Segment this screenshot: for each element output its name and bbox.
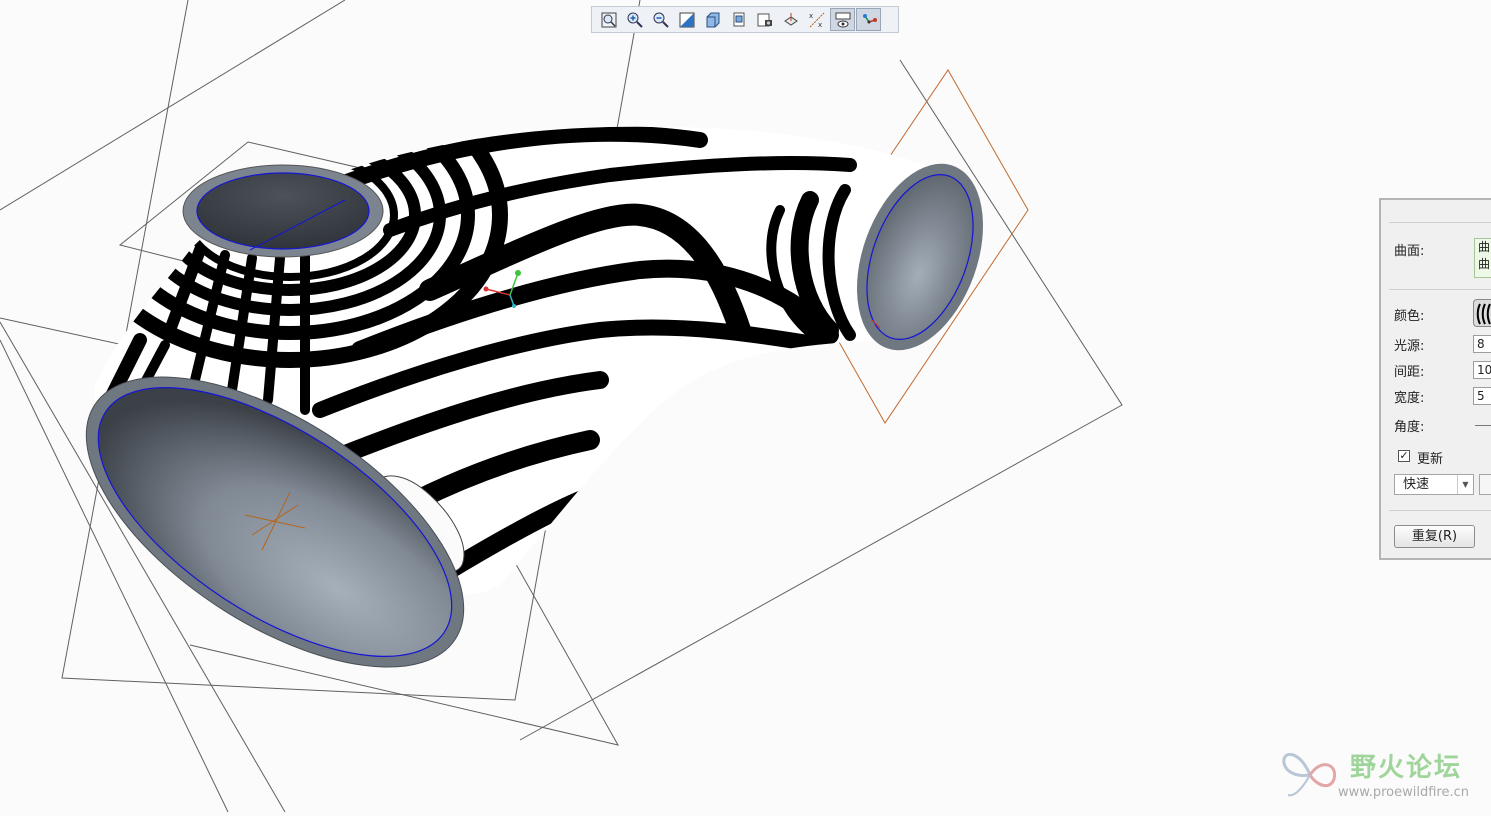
- surface-item: 曲: [1478, 257, 1491, 271]
- display-style-button[interactable]: [700, 8, 725, 31]
- annotation-display-button[interactable]: [830, 8, 855, 31]
- datum-planes-button[interactable]: [778, 8, 803, 31]
- annotation-display-icon: [835, 12, 850, 27]
- watermark-title: 野火论坛: [1350, 753, 1463, 783]
- saved-orientations-button[interactable]: [726, 8, 751, 31]
- surface-label: 曲面:: [1394, 244, 1425, 259]
- quality-select[interactable]: 快速 ▼: [1394, 474, 1474, 495]
- stripe-color-button[interactable]: [1473, 299, 1491, 327]
- zebra-stripes-icon: [1476, 303, 1491, 325]
- angle-slider[interactable]: [1475, 425, 1491, 426]
- repaint-icon: [679, 12, 694, 27]
- datum-axes-button[interactable]: xx: [804, 8, 829, 31]
- shaded-display-icon: [706, 12, 719, 27]
- spin-center-icon: [862, 13, 877, 23]
- update-checkbox[interactable]: ✓: [1398, 450, 1410, 462]
- zebra-analysis-panel: 曲面: 曲 曲 颜色: 光源: 8 间距: 10 宽度: 5 角度: ✓ 更新 …: [1379, 198, 1491, 560]
- spacing-label: 间距:: [1394, 365, 1425, 380]
- panel-divider: [1389, 510, 1491, 511]
- refit-button[interactable]: [596, 8, 621, 31]
- datum-planes-icon: [783, 12, 798, 26]
- top-branch-opening: [182, 164, 384, 258]
- surface-collector[interactable]: 曲 曲: [1474, 238, 1491, 278]
- width-input[interactable]: 5: [1473, 387, 1491, 405]
- svg-text:x: x: [809, 12, 813, 20]
- quality-extra-field[interactable]: [1479, 474, 1491, 495]
- repeat-button[interactable]: 重复(R): [1394, 525, 1475, 548]
- spin-center-button[interactable]: [856, 8, 881, 31]
- svg-text:x: x: [818, 21, 822, 29]
- view-manager-icon: [757, 13, 772, 26]
- graphics-toolbar: xx: [591, 6, 899, 33]
- zoom-out-icon: [653, 12, 669, 28]
- width-label: 宽度:: [1394, 391, 1425, 406]
- surface-item: 曲: [1478, 240, 1491, 254]
- model-scene: [0, 0, 1123, 813]
- update-label: 更新: [1417, 452, 1444, 467]
- watermark: 野火论坛 www.proewildfire.cn: [1280, 745, 1491, 807]
- angle-label: 角度:: [1394, 420, 1425, 435]
- zoom-in-button[interactable]: [622, 8, 647, 31]
- light-input[interactable]: 8: [1473, 335, 1491, 353]
- refit-icon: [601, 12, 616, 27]
- zoom-out-button[interactable]: [648, 8, 673, 31]
- butterfly-logo-icon: [1282, 752, 1337, 797]
- repaint-button[interactable]: [674, 8, 699, 31]
- color-label: 颜色:: [1394, 309, 1425, 324]
- chevron-down-icon: ▼: [1457, 475, 1473, 494]
- panel-divider: [1389, 289, 1491, 290]
- graphics-viewport[interactable]: [0, 0, 1491, 813]
- spacing-input[interactable]: 10: [1473, 361, 1491, 379]
- panel-divider: [1389, 222, 1491, 223]
- saved-orientations-icon: [733, 12, 744, 26]
- light-label: 光源:: [1394, 339, 1425, 354]
- datum-axes-points-icon: xx: [809, 12, 824, 29]
- zoom-in-icon: [627, 12, 643, 28]
- quality-value: 快速: [1403, 477, 1430, 492]
- view-manager-button[interactable]: [752, 8, 777, 31]
- watermark-url: www.proewildfire.cn: [1338, 785, 1469, 800]
